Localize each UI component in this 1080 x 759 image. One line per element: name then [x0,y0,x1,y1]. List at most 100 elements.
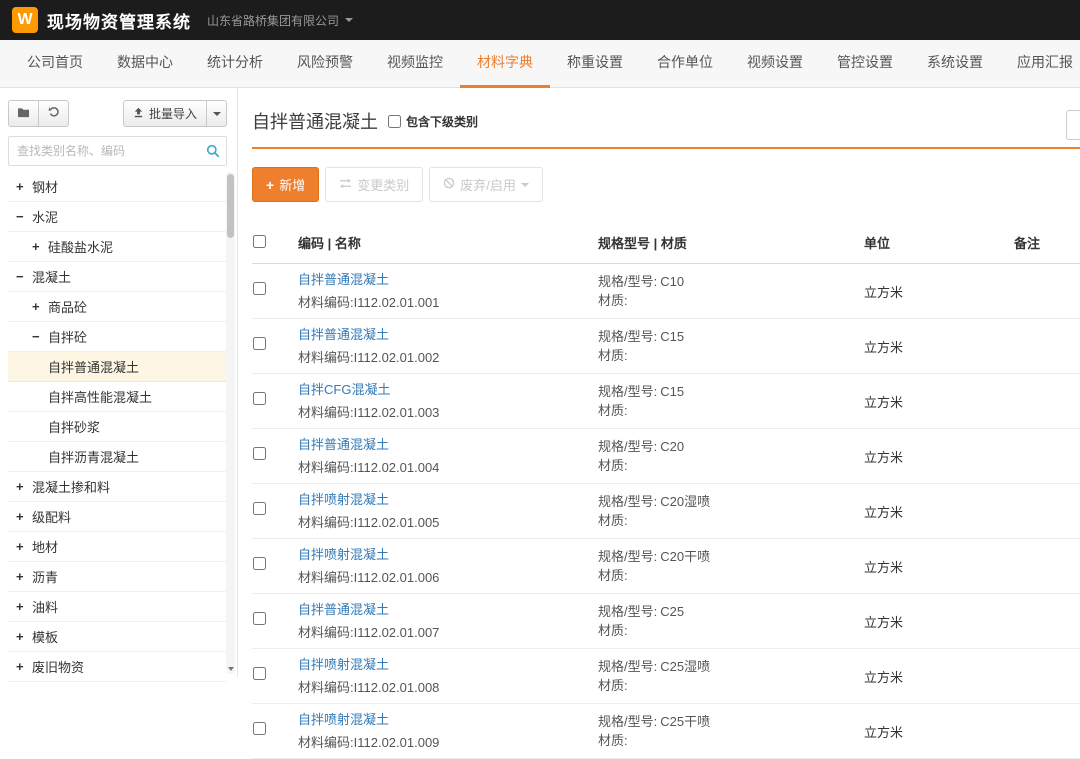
spec-prefix: 规格/型号: [598,383,658,399]
tree-expander-icon[interactable]: + [16,569,32,584]
tree-expander-icon[interactable]: − [16,269,32,284]
tree-expander-icon[interactable]: + [16,629,32,644]
tree-item-label: 自拌高性能混凝土 [48,390,153,405]
material-name-link[interactable]: 自拌CFG混凝土 [298,380,390,400]
tree-item[interactable]: 自拌普通混凝土 [8,352,227,382]
nav-item[interactable]: 应用汇报 [1000,40,1080,88]
keyword-search-input[interactable] [1066,110,1080,140]
nav-item[interactable]: 材料字典 [460,40,550,88]
material-prefix: 材质: [598,733,628,748]
tree-expander-icon[interactable]: + [16,509,32,524]
plus-icon: + [266,176,275,193]
search-icon[interactable] [206,144,220,163]
nav-item[interactable]: 数据中心 [100,40,190,88]
row-checkbox[interactable] [253,722,266,735]
category-search-input[interactable] [8,136,227,166]
refresh-button[interactable] [38,100,69,127]
tree-item[interactable]: + 沥青 [8,562,227,592]
table-row: 自拌喷射混凝土 材料编码:I112.02.01.005 规格/型号: C20湿喷 … [252,484,1080,539]
row-checkbox[interactable] [253,337,266,350]
tree-expander-icon[interactable]: + [16,599,32,614]
tree-expander-icon[interactable]: − [32,329,48,344]
material-name-link[interactable]: 自拌喷射混凝土 [298,490,389,510]
tree-item-label: 自拌砂浆 [48,420,101,435]
nav-item[interactable]: 风险预警 [280,40,370,88]
batch-import-caret-button[interactable] [206,100,227,127]
tree-item[interactable]: + 模板 [8,622,227,652]
nav-item[interactable]: 视频设置 [730,40,820,88]
tree-item-label: 自拌普通混凝土 [48,360,140,375]
row-checkbox[interactable] [253,282,266,295]
row-checkbox[interactable] [253,667,266,680]
nav-item[interactable]: 合作单位 [640,40,730,88]
spec-text: 规格/型号: C15 [598,382,856,402]
material-name-link[interactable]: 自拌喷射混凝土 [298,545,389,565]
column-header-code-name: 编码 | 名称 [298,236,361,251]
spec-prefix: 规格/型号: [598,328,658,344]
tree-item[interactable]: − 混凝土 [8,262,227,292]
folder-button[interactable] [8,100,39,127]
nav-item[interactable]: 统计分析 [190,40,280,88]
discard-enable-button[interactable]: 废弃/启用 [429,167,543,202]
unit-text: 立方米 [864,669,904,685]
tree-expander-icon[interactable]: − [16,209,32,224]
row-checkbox[interactable] [253,502,266,515]
nav-item[interactable]: 系统设置 [910,40,1000,88]
page-title: 自拌普通混凝土 [252,112,378,132]
tree-item[interactable]: + 地材 [8,532,227,562]
tree-item[interactable]: + 油料 [8,592,227,622]
tree-expander-icon[interactable]: + [16,479,32,494]
material-name-link[interactable]: 自拌普通混凝土 [298,270,389,290]
row-checkbox[interactable] [253,447,266,460]
folder-icon [17,106,30,121]
tree-expander-icon[interactable]: + [16,659,32,674]
scrollbar-down-arrow[interactable] [226,663,235,674]
tree-item[interactable]: + 废旧物资 [8,652,227,682]
nav-item[interactable]: 视频监控 [370,40,460,88]
tree-expander-icon[interactable]: + [16,539,32,554]
category-sidebar: 批量导入 + 钢材 [0,88,238,682]
tree-item[interactable]: − 水泥 [8,202,227,232]
material-name-link[interactable]: 自拌普通混凝土 [298,600,389,620]
tree-item[interactable]: + 钢材 [8,172,227,202]
material-name-link[interactable]: 自拌普通混凝土 [298,435,389,455]
tree-expander-icon[interactable]: + [32,239,48,254]
tree-item[interactable]: + 级配料 [8,502,227,532]
material-name-link[interactable]: 自拌普通混凝土 [298,325,389,345]
material-name-link[interactable]: 自拌喷射混凝土 [298,710,389,730]
row-checkbox[interactable] [253,612,266,625]
material-code-prefix: 材料编码: [298,349,354,365]
tree-item[interactable]: 自拌砂浆 [8,412,227,442]
tree-item-label: 级配料 [32,510,72,525]
spec-value: C15 [660,328,685,344]
row-checkbox[interactable] [253,557,266,570]
company-selector[interactable]: 山东省路桥集团有限公司 [207,12,354,29]
tree-item[interactable]: + 硅酸盐水泥 [8,232,227,262]
tree-item[interactable]: + 商品砼 [8,292,227,322]
spec-text: 规格/型号: C20湿喷 [598,492,856,512]
nav-item[interactable]: 称重设置 [550,40,640,88]
material-name-link[interactable]: 自拌喷射混凝土 [298,655,389,675]
nav-item[interactable]: 公司首页 [10,40,100,88]
material-text: 材质: [598,291,856,311]
add-button[interactable]: + 新增 [252,167,320,202]
material-code-prefix: 材料编码: [298,734,354,750]
tree-item[interactable]: + 混凝土掺和料 [8,472,227,502]
tree-item[interactable]: 自拌沥青混凝土 [8,442,227,472]
include-sub-checkbox[interactable] [388,114,401,128]
material-code-value: I112.02.01.002 [353,349,440,365]
batch-import-button[interactable]: 批量导入 [122,100,207,127]
row-checkbox[interactable] [253,392,266,405]
tree-expander-icon[interactable]: + [16,179,32,194]
select-all-checkbox[interactable] [253,234,266,248]
material-prefix: 材质: [598,678,628,693]
tree-item[interactable]: − 自拌砼 [8,322,227,352]
tree-item-label: 地材 [32,540,59,555]
scrollbar-thumb[interactable] [227,174,234,238]
tree-item[interactable]: 自拌高性能混凝土 [8,382,227,412]
tree-expander-icon[interactable]: + [32,299,48,314]
add-button-label: 新增 [279,178,306,193]
change-category-button[interactable]: 变更类别 [325,167,424,202]
material-text: 材质: [598,456,856,476]
nav-item[interactable]: 管控设置 [820,40,910,88]
